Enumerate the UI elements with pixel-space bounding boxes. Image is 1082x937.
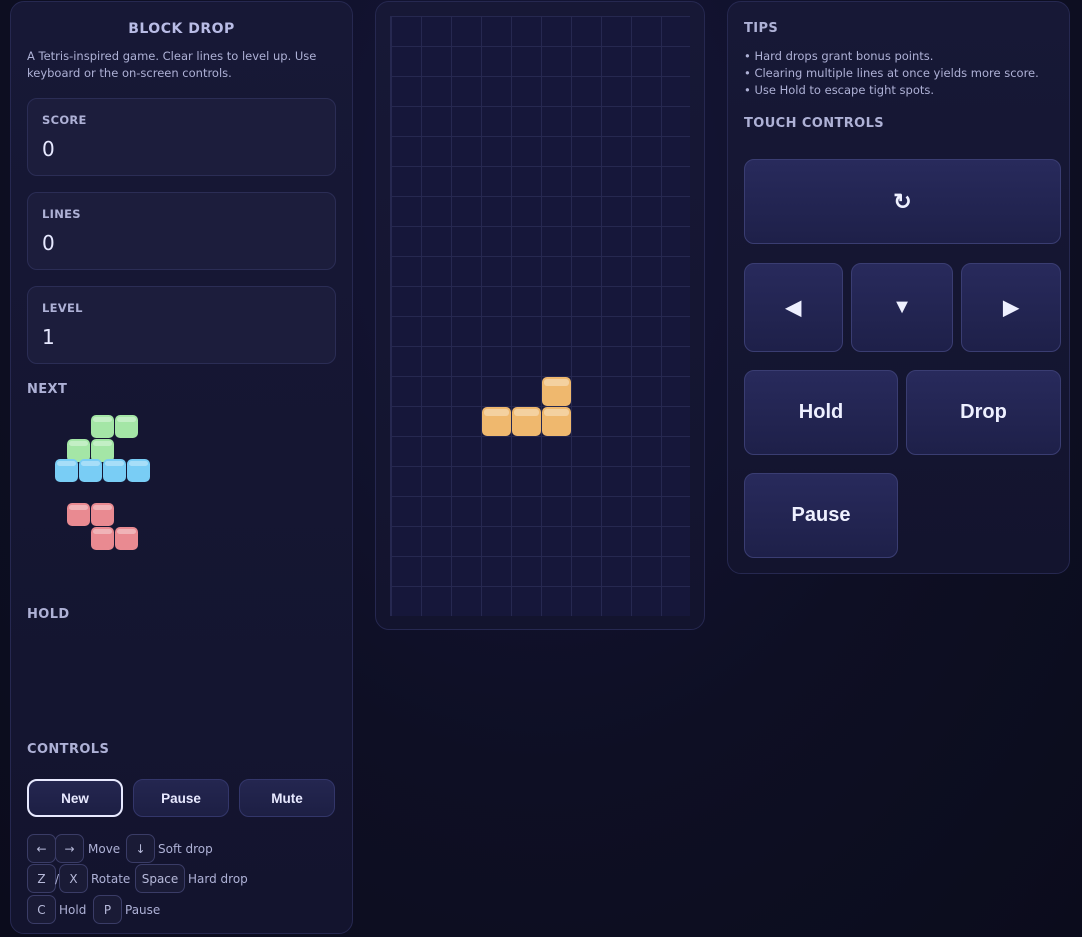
level-value: 1 xyxy=(42,325,55,349)
next-s-block xyxy=(115,415,138,438)
tips-heading: TIPS xyxy=(744,21,779,36)
active-piece-block xyxy=(542,377,571,406)
next-i-block xyxy=(103,459,126,482)
x-key: X xyxy=(59,864,88,893)
score-value: 0 xyxy=(42,137,55,161)
hold-button[interactable]: Hold xyxy=(744,370,898,455)
space-key: Space xyxy=(135,864,185,893)
next-s-block xyxy=(91,415,114,438)
move-label: Move xyxy=(88,842,121,856)
pause-button[interactable]: Pause xyxy=(133,779,229,817)
soft-drop-button[interactable]: ▼ xyxy=(851,263,953,352)
mute-button[interactable]: Mute xyxy=(239,779,335,817)
tips-list: • Hard drops grant bonus points. • Clear… xyxy=(744,48,1039,99)
soft-drop-label: Soft drop xyxy=(158,842,213,856)
next-heading: NEXT xyxy=(27,382,68,397)
hold-heading: HOLD xyxy=(27,607,70,622)
p-key: P xyxy=(93,895,122,924)
active-piece-block xyxy=(512,407,541,436)
controls-heading: CONTROLS xyxy=(27,742,110,757)
next-z-block xyxy=(115,527,138,550)
lines-value: 0 xyxy=(42,231,55,255)
lines-card: LINES 0 xyxy=(27,192,336,270)
hold-preview xyxy=(27,632,167,722)
level-label: LEVEL xyxy=(42,301,83,315)
drop-button[interactable]: Drop xyxy=(906,370,1061,455)
level-card: LEVEL 1 xyxy=(27,286,336,364)
board-panel xyxy=(375,1,705,630)
active-piece-block xyxy=(482,407,511,436)
pause-key-label: Pause xyxy=(125,903,161,917)
left-panel: BLOCK DROP A Tetris-inspired game. Clear… xyxy=(10,1,353,934)
hold-key-label: Hold xyxy=(59,903,87,917)
score-label: SCORE xyxy=(42,113,87,127)
move-right-button[interactable]: ▶ xyxy=(961,263,1061,352)
hard-drop-label: Hard drop xyxy=(188,872,248,886)
move-left-button[interactable]: ◀ xyxy=(744,263,843,352)
right-arrow-key: → xyxy=(55,834,84,863)
next-z-block xyxy=(91,527,114,550)
next-i-block xyxy=(127,459,150,482)
next-z-block xyxy=(91,503,114,526)
tip-item: • Use Hold to escape tight spots. xyxy=(744,83,935,97)
active-piece-block xyxy=(542,407,571,436)
game-description: A Tetris-inspired game. Clear lines to l… xyxy=(27,49,317,80)
rotate-label: Rotate xyxy=(91,872,131,886)
next-i-block xyxy=(55,459,78,482)
tip-item: • Hard drops grant bonus points. xyxy=(744,49,934,63)
next-i-block xyxy=(79,459,102,482)
touch-pause-button[interactable]: Pause xyxy=(744,473,898,558)
tip-item: • Clearing multiple lines at once yields… xyxy=(744,66,1039,80)
next-z-block xyxy=(67,503,90,526)
right-panel: TIPS • Hard drops grant bonus points. • … xyxy=(727,1,1070,574)
game-board[interactable] xyxy=(390,16,690,616)
lines-label: LINES xyxy=(42,207,81,221)
game-title: BLOCK DROP xyxy=(128,21,235,37)
z-key: Z xyxy=(27,864,56,893)
c-key: C xyxy=(27,895,56,924)
new-game-button[interactable]: New xyxy=(27,779,123,817)
score-card: SCORE 0 xyxy=(27,98,336,176)
down-arrow-key: ↓ xyxy=(126,834,155,863)
left-arrow-key: ← xyxy=(27,834,56,863)
touch-controls-heading: TOUCH CONTROLS xyxy=(744,116,885,131)
rotate-button[interactable]: ↻ xyxy=(744,159,1061,244)
